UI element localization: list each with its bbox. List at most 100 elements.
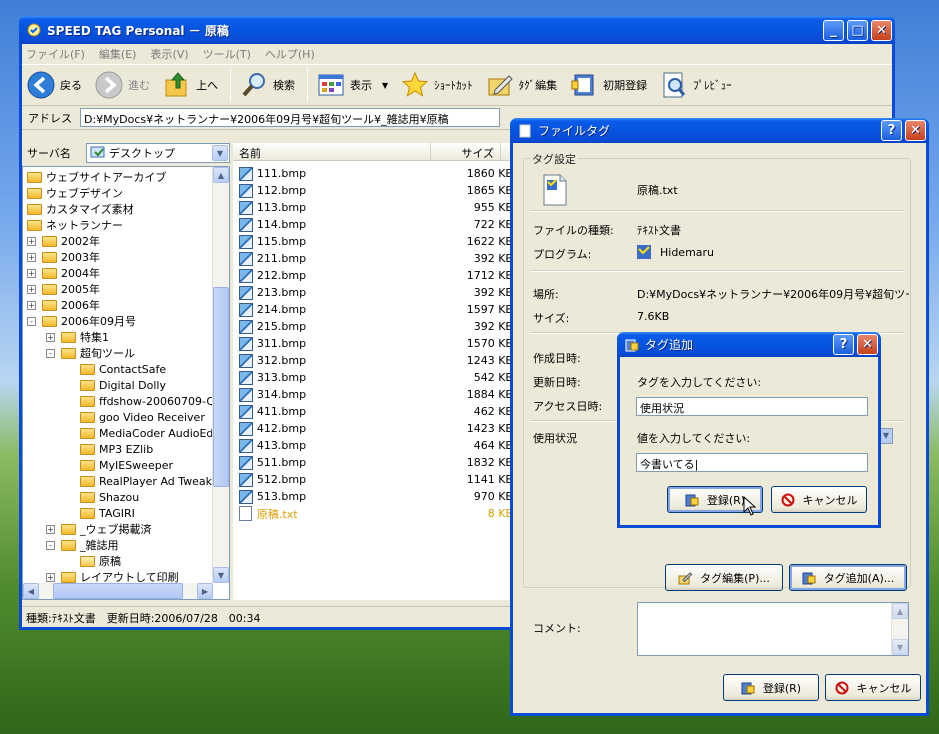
address-input[interactable]: D:¥MyDocs¥ネットランナー¥2006年09月号¥超旬ツール¥_雑誌用¥原… [80, 108, 500, 127]
filetag-cancel-button[interactable]: キャンセル [825, 674, 921, 701]
scroll-up-icon[interactable]: ▲ [213, 167, 229, 183]
main-titlebar[interactable]: SPEED TAG Personal － 原稿 _ □ ✕ [19, 16, 895, 44]
forward-button[interactable]: 進む [94, 70, 150, 100]
view-dropdown-icon[interactable]: ▼ [382, 81, 388, 90]
file-row[interactable]: 413.bmp 464 KB [233, 437, 513, 454]
tree-item[interactable]: ネットランナー [27, 217, 213, 233]
expand-icon[interactable]: + [46, 524, 55, 534]
scroll-thumb[interactable] [213, 287, 229, 487]
tree-item[interactable]: ffdshow-20060709-Q [27, 393, 213, 409]
tree-item[interactable]: MediaCoder AudioEdi [27, 425, 213, 441]
tag-add-dialog-button[interactable]: タグ追加(A)... [789, 564, 907, 591]
tree-item[interactable]: + 特集1 [27, 329, 213, 345]
expand-icon[interactable]: + [27, 300, 36, 310]
column-name-header[interactable]: 名前 [233, 143, 431, 160]
collapse-icon[interactable]: - [27, 316, 36, 326]
init-register-button[interactable]: 初期登録 [569, 70, 647, 100]
tree-item[interactable]: +2005年 [27, 281, 213, 297]
scroll-down-icon[interactable]: ▼ [213, 567, 229, 583]
tree-item[interactable]: - 超旬ツール [27, 345, 213, 361]
expand-icon[interactable]: + [46, 572, 55, 582]
tagadd-help-button[interactable]: ? [833, 334, 854, 355]
file-row[interactable]: 311.bmp 1570 KB [233, 335, 513, 352]
tree-item[interactable]: Digital Dolly [27, 377, 213, 393]
tree-vscrollbar[interactable]: ▲ ▼ [212, 167, 229, 583]
tree-item[interactable]: MyIESweeper [27, 457, 213, 473]
file-row[interactable]: 312.bmp 1243 KB [233, 352, 513, 369]
tree-item[interactable]: - 2006年09月号 [27, 313, 213, 329]
tag-edit-button[interactable]: ﾀｸﾞ編集 [485, 70, 557, 100]
file-row[interactable]: 111.bmp 1860 KB [233, 165, 513, 182]
close-button[interactable]: ✕ [871, 19, 892, 41]
maximize-button[interactable]: □ [847, 19, 868, 41]
minimize-button[interactable]: _ [823, 19, 844, 41]
file-row[interactable]: 313.bmp 542 KB [233, 369, 513, 386]
file-row[interactable]: 412.bmp 1423 KB [233, 420, 513, 437]
scroll-left-icon[interactable]: ◀ [23, 583, 39, 599]
file-row[interactable]: 115.bmp 1622 KB [233, 233, 513, 250]
tree-item[interactable]: RealPlayer Ad Tweak [27, 473, 213, 489]
tree-item[interactable]: + レイアウトして印刷 [27, 569, 213, 583]
filetag-close-button[interactable]: ✕ [905, 120, 926, 141]
file-row[interactable]: 214.bmp 1597 KB [233, 301, 513, 318]
collapse-icon[interactable]: - [46, 540, 55, 550]
tree-item[interactable]: goo Video Receiver [27, 409, 213, 425]
comment-textarea[interactable]: ▲ ▼ [637, 602, 909, 656]
file-row[interactable]: 511.bmp 1832 KB [233, 454, 513, 471]
file-row[interactable]: 114.bmp 722 KB [233, 216, 513, 233]
tree-item[interactable]: ウェブサイトアーカイブ [27, 169, 213, 185]
file-row[interactable]: 211.bmp 392 KB [233, 250, 513, 267]
view-button[interactable]: 表示 ▼ [316, 70, 388, 100]
tagadd-cancel-button[interactable]: キャンセル [771, 486, 867, 513]
tree-item[interactable]: - _雑誌用 [27, 537, 213, 553]
filetag-register-button[interactable]: 登録(R) [723, 674, 819, 701]
hscroll-thumb[interactable] [53, 583, 183, 599]
file-row[interactable]: 113.bmp 955 KB [233, 199, 513, 216]
tree-item[interactable]: TAGIRI [27, 505, 213, 521]
file-row[interactable]: 512.bmp 1141 KB [233, 471, 513, 488]
expand-icon[interactable]: + [27, 236, 36, 246]
menu-help[interactable]: ヘルプ(H) [265, 46, 315, 62]
expand-icon[interactable]: + [27, 268, 36, 278]
tree-item[interactable]: +2004年 [27, 265, 213, 281]
file-row[interactable]: 212.bmp 1712 KB [233, 267, 513, 284]
tree-item[interactable]: ウェブデザイン [27, 185, 213, 201]
scroll-up-icon[interactable]: ▲ [892, 603, 908, 619]
tagadd-titlebar[interactable]: タグ追加 ? ✕ [617, 332, 881, 357]
value-input[interactable]: 今書いてる| [636, 453, 868, 472]
file-row[interactable]: 513.bmp 970 KB [233, 488, 513, 505]
help-button[interactable]: ? [881, 120, 902, 141]
server-select[interactable]: デスクトップ ▼ [86, 143, 230, 163]
expand-icon[interactable]: + [27, 252, 36, 262]
tag-input[interactable]: 使用状況 [636, 397, 868, 416]
usage-dropdown-icon[interactable]: ▼ [879, 428, 893, 444]
tree-item[interactable]: ContactSafe [27, 361, 213, 377]
back-button[interactable]: 戻る [26, 70, 82, 100]
collapse-icon[interactable]: - [46, 348, 55, 358]
menu-view[interactable]: 表示(V) [150, 46, 188, 62]
comment-scrollbar[interactable]: ▲ ▼ [891, 603, 908, 655]
tree-item[interactable]: +2006年 [27, 297, 213, 313]
tree-item[interactable]: Shazou [27, 489, 213, 505]
tree-item[interactable]: カスタマイズ素材 [27, 201, 213, 217]
expand-icon[interactable]: + [46, 332, 55, 342]
filetag-titlebar[interactable]: ファイルタグ ? ✕ [510, 118, 929, 143]
file-row[interactable]: 314.bmp 1884 KB [233, 386, 513, 403]
tree-item[interactable]: +2002年 [27, 233, 213, 249]
tree-item[interactable]: 原稿 [27, 553, 213, 569]
file-row[interactable]: 213.bmp 392 KB [233, 284, 513, 301]
preview-button[interactable]: ﾌﾟﾚﾋﾞｭｰ [659, 70, 732, 100]
shortcut-button[interactable]: ｼｮｰﾄｶｯﾄ [400, 70, 473, 100]
scroll-down-icon[interactable]: ▼ [892, 639, 908, 655]
tagadd-close-button[interactable]: ✕ [857, 334, 878, 355]
menu-file[interactable]: ファイル(F) [26, 46, 85, 62]
menu-edit[interactable]: 編集(E) [99, 46, 137, 62]
tree-item[interactable]: MP3 EZlib [27, 441, 213, 457]
expand-icon[interactable]: + [27, 284, 36, 294]
scroll-right-icon[interactable]: ▶ [197, 583, 213, 599]
menu-tools[interactable]: ツール(T) [203, 46, 251, 62]
file-row[interactable]: 112.bmp 1865 KB [233, 182, 513, 199]
file-row[interactable]: 215.bmp 392 KB [233, 318, 513, 335]
tree-item[interactable]: +2003年 [27, 249, 213, 265]
up-button[interactable]: 上へ [162, 70, 218, 100]
